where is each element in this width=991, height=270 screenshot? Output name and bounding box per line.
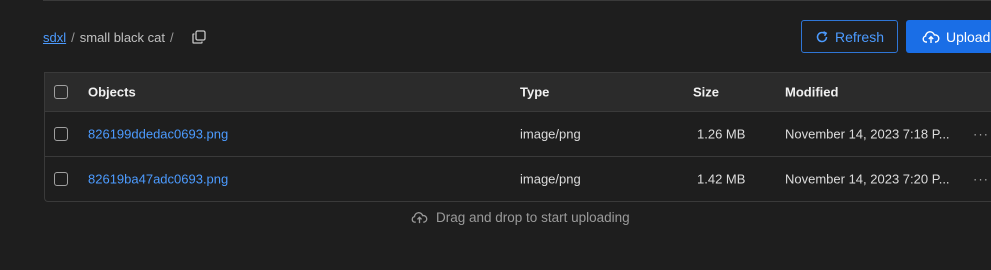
select-all-checkbox[interactable] xyxy=(54,85,68,99)
top-divider xyxy=(43,0,991,1)
row-checkbox-wrapper xyxy=(54,127,68,141)
column-header-modified[interactable]: Modified xyxy=(785,85,838,100)
breadcrumb-current-folder: small black cat xyxy=(79,29,165,45)
cloud-upload-icon xyxy=(411,211,428,224)
object-browser: sdxl / small black cat / Refresh Upload … xyxy=(0,0,991,270)
select-all-checkbox-wrapper xyxy=(54,85,68,99)
upload-button-label: Upload xyxy=(946,28,991,45)
object-size: 1.26 MB xyxy=(697,126,746,142)
table-row: 82619ba47adc0693.png image/png 1.42 MB N… xyxy=(45,157,991,201)
dropzone[interactable]: Drag and drop to start uploading xyxy=(411,210,630,225)
column-header-size[interactable]: Size xyxy=(693,85,719,100)
refresh-button[interactable]: Refresh xyxy=(801,20,898,53)
object-size: 1.42 MB xyxy=(697,171,746,187)
object-name-link[interactable]: 82619ba47adc0693.png xyxy=(88,172,228,187)
table-header: Objects Type Size Modified xyxy=(45,72,991,112)
row-checkbox[interactable] xyxy=(54,172,68,186)
table-row: 826199ddedac0693.png image/png 1.26 MB N… xyxy=(45,112,991,157)
copy-icon xyxy=(191,30,206,44)
row-checkbox-wrapper xyxy=(54,172,68,186)
breadcrumb-trailing-separator: / xyxy=(170,29,174,45)
object-name-link[interactable]: 826199ddedac0693.png xyxy=(88,127,228,142)
cloud-upload-icon xyxy=(922,30,940,44)
breadcrumb-separator: / xyxy=(71,29,75,45)
object-modified: November 14, 2023 7:20 P... xyxy=(785,171,950,187)
refresh-icon xyxy=(815,30,829,44)
dropzone-text: Drag and drop to start uploading xyxy=(436,210,630,225)
more-horizontal-icon[interactable]: ··· xyxy=(973,172,989,187)
copy-path-button[interactable] xyxy=(191,29,207,45)
refresh-button-label: Refresh xyxy=(834,28,885,45)
row-checkbox[interactable] xyxy=(54,127,68,141)
breadcrumb: sdxl / small black cat / xyxy=(43,29,207,45)
breadcrumb-root-link[interactable]: sdxl xyxy=(43,30,66,45)
column-header-type[interactable]: Type xyxy=(520,85,549,100)
objects-table: Objects Type Size Modified 826199ddedac0… xyxy=(44,72,991,202)
object-type: image/png xyxy=(520,126,581,142)
upload-button[interactable]: Upload xyxy=(906,20,991,53)
more-horizontal-icon[interactable]: ··· xyxy=(973,127,989,142)
object-type: image/png xyxy=(520,171,581,187)
object-modified: November 14, 2023 7:18 P... xyxy=(785,126,950,142)
column-header-objects[interactable]: Objects xyxy=(88,85,136,100)
